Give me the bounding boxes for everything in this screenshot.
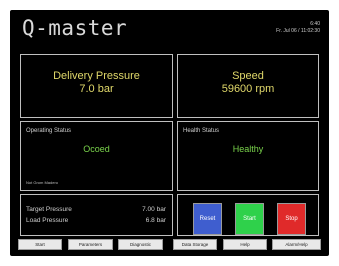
delivery-pressure-panel: Delivery Pressure 7.0 bar [20, 54, 173, 118]
target-pressure-value: 7.00 bar [142, 206, 166, 213]
nav-diagnostic-button[interactable]: Diagnostic [118, 239, 163, 250]
delivery-pressure-value: 7.0 bar [79, 83, 114, 95]
clock: 6:40 Fr. Jul 06 / 11:02:30 [276, 21, 320, 35]
nav-help-button[interactable]: Help [223, 239, 267, 250]
delivery-pressure-label: Delivery Pressure [53, 70, 140, 82]
target-pressure-label: Target Pressure [26, 206, 72, 213]
speed-value: 59600 rpm [221, 83, 275, 95]
app-logo: Q-master [22, 16, 128, 40]
nav-alarm-help-button[interactable]: Alarm/Help [272, 239, 321, 250]
operating-status-label: Operating Status [26, 128, 72, 134]
load-pressure-label: Load Pressure [26, 217, 69, 224]
health-status-value: Healthy [232, 144, 264, 154]
health-status-panel: Health Status Healthy [177, 121, 319, 191]
speed-panel: Speed 59600 rpm [177, 54, 319, 118]
speed-label: Speed [232, 70, 264, 82]
clock-time: 6:40 [310, 21, 320, 27]
parameters-panel: Target Pressure 7.00 bar Load Pressure 6… [20, 194, 173, 236]
operating-status-note: Not Grom Madero [26, 180, 59, 185]
hmi-screen: Q-master 6:40 Fr. Jul 06 / 11:02:30 Deli… [10, 10, 329, 256]
nav-start-button[interactable]: Start [18, 239, 62, 250]
nav-data-storage-button[interactable]: Data Storage [173, 239, 217, 250]
stop-button[interactable]: Stop [277, 203, 306, 235]
header-bar: Q-master 6:40 Fr. Jul 06 / 11:02:30 [10, 10, 329, 50]
clock-date: Fr. Jul 06 / 11:02:30 [276, 28, 320, 34]
reset-button[interactable]: Reset [193, 203, 222, 235]
load-pressure-row: Load Pressure 6.8 bar [26, 217, 166, 224]
load-pressure-value: 6.8 bar [145, 217, 166, 224]
operating-status-panel: Operating Status Ocoed Not Grom Madero [20, 121, 173, 191]
target-pressure-row: Target Pressure 7.00 bar [26, 206, 166, 213]
operating-status-value: Ocoed [83, 144, 110, 154]
command-panel: Reset Start Stop [177, 194, 319, 236]
nav-parameters-button[interactable]: Parameters [68, 239, 113, 250]
health-status-label: Health Status [183, 128, 220, 134]
start-button[interactable]: Start [235, 203, 264, 235]
